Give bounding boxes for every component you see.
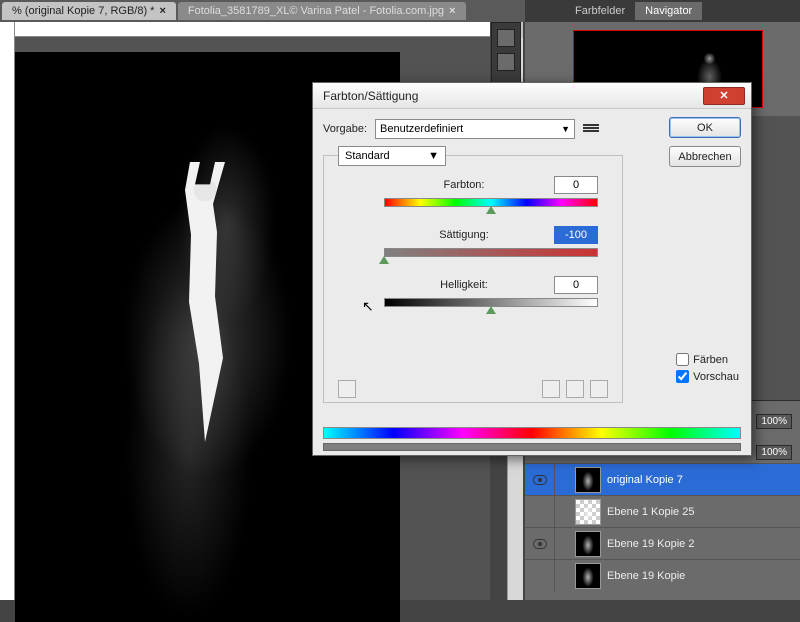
layer-row[interactable]: original Kopie 7 — [525, 463, 800, 495]
visibility-toggle[interactable] — [525, 560, 555, 591]
dock-icon[interactable] — [497, 29, 515, 47]
edit-dropdown[interactable]: Standard ▼ — [338, 146, 446, 166]
lightness-label: Helligkeit: — [384, 279, 544, 291]
saturation-row: Sättigung: — [384, 226, 598, 244]
visibility-toggle[interactable] — [525, 464, 555, 495]
saturation-slider[interactable] — [384, 248, 598, 262]
tab-swatches[interactable]: Farbfelder — [565, 2, 635, 20]
eye-icon — [533, 539, 547, 549]
preset-dropdown[interactable]: Benutzerdefiniert ▼ — [375, 119, 575, 139]
slider-thumb[interactable] — [486, 306, 496, 314]
tool-row — [338, 380, 608, 398]
close-icon[interactable]: × — [159, 5, 165, 17]
colorize-label: Färben — [693, 354, 728, 366]
visibility-toggle[interactable] — [525, 528, 555, 559]
hue-slider[interactable] — [384, 198, 598, 212]
targeted-adjust-icon[interactable] — [338, 380, 356, 398]
visibility-toggle[interactable] — [525, 496, 555, 527]
eyedropper-subtract-icon[interactable] — [590, 380, 608, 398]
saturation-input[interactable] — [554, 226, 598, 244]
lightness-row: Helligkeit: — [384, 276, 598, 294]
preview-label: Vorschau — [693, 371, 739, 383]
chevron-down-icon: ▼ — [428, 150, 439, 162]
eyedropper-add-icon[interactable] — [566, 380, 584, 398]
result-bar — [323, 443, 741, 451]
layer-thumbnail[interactable] — [575, 467, 601, 493]
cancel-button[interactable]: Abbrechen — [669, 146, 741, 167]
dialog-titlebar[interactable]: Farbton/Sättigung ✕ — [313, 83, 751, 109]
colorize-checkbox[interactable]: Färben — [676, 353, 739, 366]
layer-row[interactable]: Ebene 1 Kopie 25 — [525, 495, 800, 527]
tab-label: Fotolia_3581789_XL© Varina Patel - Fotol… — [188, 5, 444, 17]
document-tab[interactable]: Fotolia_3581789_XL© Varina Patel - Fotol… — [178, 2, 466, 20]
layer-thumbnail[interactable] — [575, 531, 601, 557]
layer-name: Ebene 19 Kopie 2 — [607, 538, 694, 550]
preview-checkbox[interactable]: Vorschau — [676, 370, 739, 383]
ruler-vertical — [0, 22, 15, 600]
ruler-horizontal — [15, 22, 490, 37]
lightness-slider[interactable] — [384, 298, 598, 312]
slider-thumb[interactable] — [379, 256, 389, 264]
close-icon[interactable]: × — [449, 5, 455, 17]
layer-name: Ebene 1 Kopie 25 — [607, 506, 694, 518]
opacity-value[interactable]: 100% — [756, 414, 792, 429]
chevron-down-icon: ▼ — [561, 124, 570, 134]
dialog-buttons: OK Abbrechen — [669, 117, 741, 167]
layer-thumbnail[interactable] — [575, 499, 601, 525]
hue-saturation-dialog: Farbton/Sättigung ✕ Vorgabe: Benutzerdef… — [312, 82, 752, 456]
layer-thumbnail[interactable] — [575, 563, 601, 589]
fill-value[interactable]: 100% — [756, 445, 792, 460]
slider-thumb[interactable] — [486, 206, 496, 214]
preset-menu-icon[interactable] — [583, 123, 599, 135]
layer-name: original Kopie 7 — [607, 474, 683, 486]
ok-button[interactable]: OK — [669, 117, 741, 138]
dialog-checkboxes: Färben Vorschau — [676, 353, 739, 383]
hue-input[interactable] — [554, 176, 598, 194]
close-button[interactable]: ✕ — [703, 87, 745, 105]
eyedropper-icon[interactable] — [542, 380, 560, 398]
hue-row: Farbton: — [384, 176, 598, 194]
document-tab-active[interactable]: % (original Kopie 7, RGB/8) * × — [2, 2, 176, 20]
adjustment-group: Standard ▼ Farbton: Sättigung: Helligkei… — [323, 155, 623, 403]
checkbox-input[interactable] — [676, 370, 689, 383]
edit-value: Standard — [345, 150, 390, 162]
tab-label: % (original Kopie 7, RGB/8) * — [12, 5, 154, 17]
layer-row[interactable]: Ebene 19 Kopie 2 — [525, 527, 800, 559]
checkbox-input[interactable] — [676, 353, 689, 366]
hue-label: Farbton: — [384, 179, 544, 191]
saturation-label: Sättigung: — [384, 229, 544, 241]
dialog-title: Farbton/Sättigung — [323, 89, 418, 103]
layer-name: Ebene 19 Kopie — [607, 570, 685, 582]
spectrum-bar[interactable] — [323, 427, 741, 439]
saturation-track — [384, 248, 598, 257]
tab-navigator[interactable]: Navigator — [635, 2, 702, 20]
preset-label: Vorgabe: — [323, 123, 367, 135]
lightness-input[interactable] — [554, 276, 598, 294]
panel-tabs: Farbfelder Navigator — [525, 0, 800, 22]
preset-value: Benutzerdefiniert — [380, 123, 463, 135]
layer-row[interactable]: Ebene 19 Kopie — [525, 559, 800, 591]
eye-icon — [533, 475, 547, 485]
dock-icon[interactable] — [497, 53, 515, 71]
